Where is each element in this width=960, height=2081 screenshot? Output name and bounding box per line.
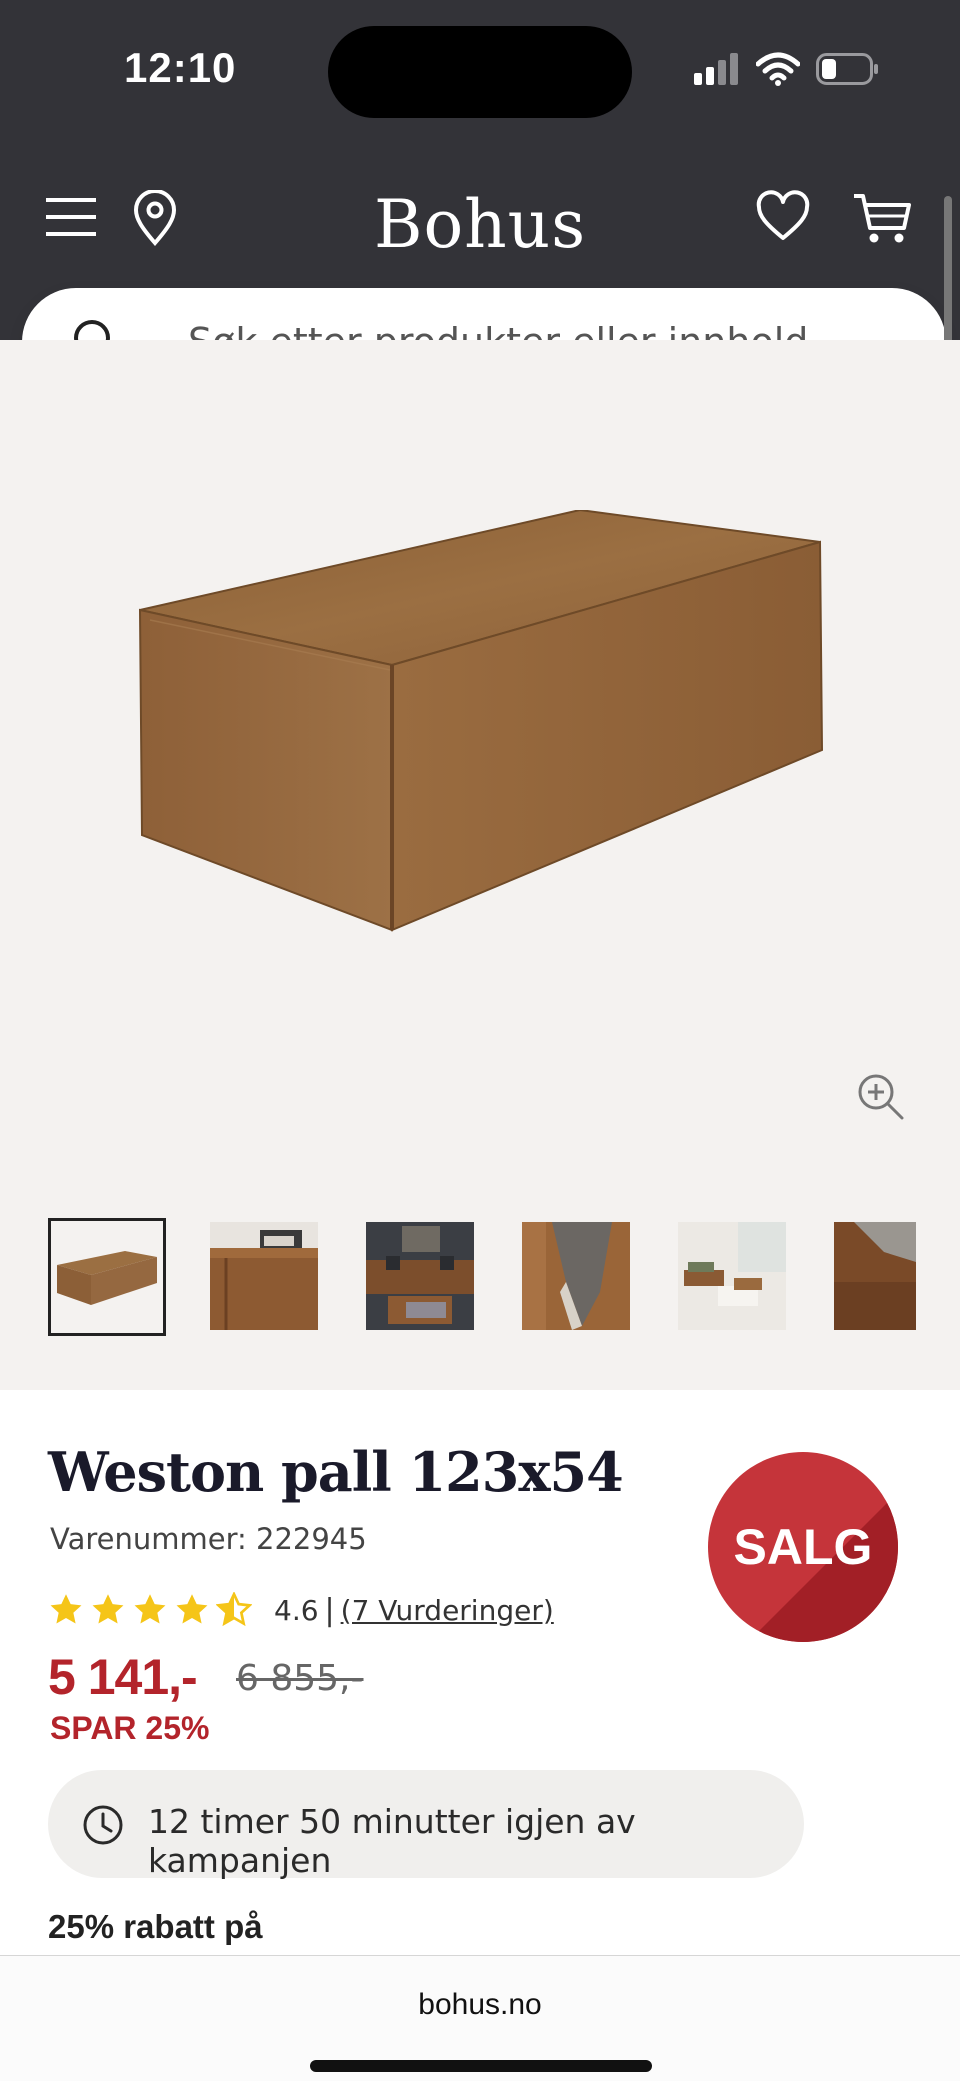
thumbnail-6[interactable]	[834, 1222, 916, 1330]
thumbnail-livingroom-image	[366, 1222, 474, 1330]
thumbnail-3[interactable]	[366, 1222, 474, 1330]
status-time: 12:10	[124, 44, 237, 91]
product-gallery	[0, 340, 960, 1390]
status-icons	[694, 52, 880, 86]
thumbnail-1[interactable]	[48, 1218, 166, 1336]
zoom-in-icon[interactable]	[856, 1072, 906, 1122]
thumbnail-ottoman-image	[57, 1251, 157, 1305]
thumbnail-5[interactable]	[678, 1222, 786, 1330]
browser-bar: bohus.no	[0, 1955, 960, 2081]
rating-separator: |	[324, 1592, 335, 1628]
star-icon	[92, 1594, 124, 1624]
star-icon	[134, 1594, 166, 1624]
clock-icon	[83, 1805, 123, 1845]
thumbnail-detail-image	[834, 1222, 916, 1330]
wifi-icon	[756, 52, 800, 86]
thumbnail-4[interactable]	[522, 1222, 630, 1330]
product-title: Weston pall 123x54	[48, 1440, 624, 1504]
sale-badge-label: SALG	[733, 1519, 873, 1575]
discount-heading: 25% rabatt på	[48, 1908, 263, 1945]
dynamic-island	[328, 26, 632, 118]
reviews-link[interactable]: (7 Vurderinger)	[341, 1594, 554, 1627]
product-image[interactable]	[110, 510, 840, 950]
campaign-timer: 12 timer 50 minutter igjen av kampanjen	[48, 1770, 804, 1880]
top-nav: Bohus	[0, 178, 960, 263]
half-star-icon	[216, 1592, 252, 1627]
original-price: 6 855,-	[236, 1658, 364, 1699]
sale-badge: SALG	[708, 1452, 898, 1642]
cellular-signal-icon	[694, 53, 738, 85]
star-icon	[176, 1594, 208, 1624]
sale-price: 5 141,-	[48, 1649, 198, 1705]
rating-value: 4.6	[274, 1593, 319, 1627]
campaign-countdown-text: 12 timer 50 minutter igjen av kampanjen	[148, 1802, 636, 1880]
heart-icon[interactable]	[756, 190, 810, 244]
browser-url[interactable]: bohus.no	[0, 1988, 960, 2022]
star-rating	[48, 1592, 252, 1628]
star-icon	[50, 1594, 82, 1624]
home-indicator[interactable]	[310, 2060, 652, 2072]
battery-icon	[816, 53, 878, 85]
thumbnail-room-image	[678, 1222, 786, 1330]
shopping-cart-icon[interactable]	[852, 192, 912, 246]
savings-label: SPAR 25%	[50, 1710, 210, 1746]
thumbnail-throw-image	[522, 1222, 630, 1330]
brand-logo[interactable]: Bohus	[0, 186, 960, 263]
product-rating: 4.6 | (7 Vurderinger)	[48, 1588, 554, 1632]
product-sku: Varenummer: 222945	[50, 1522, 367, 1556]
thumbnail-2[interactable]	[210, 1222, 318, 1330]
thumbnail-closeup-image	[210, 1222, 318, 1330]
